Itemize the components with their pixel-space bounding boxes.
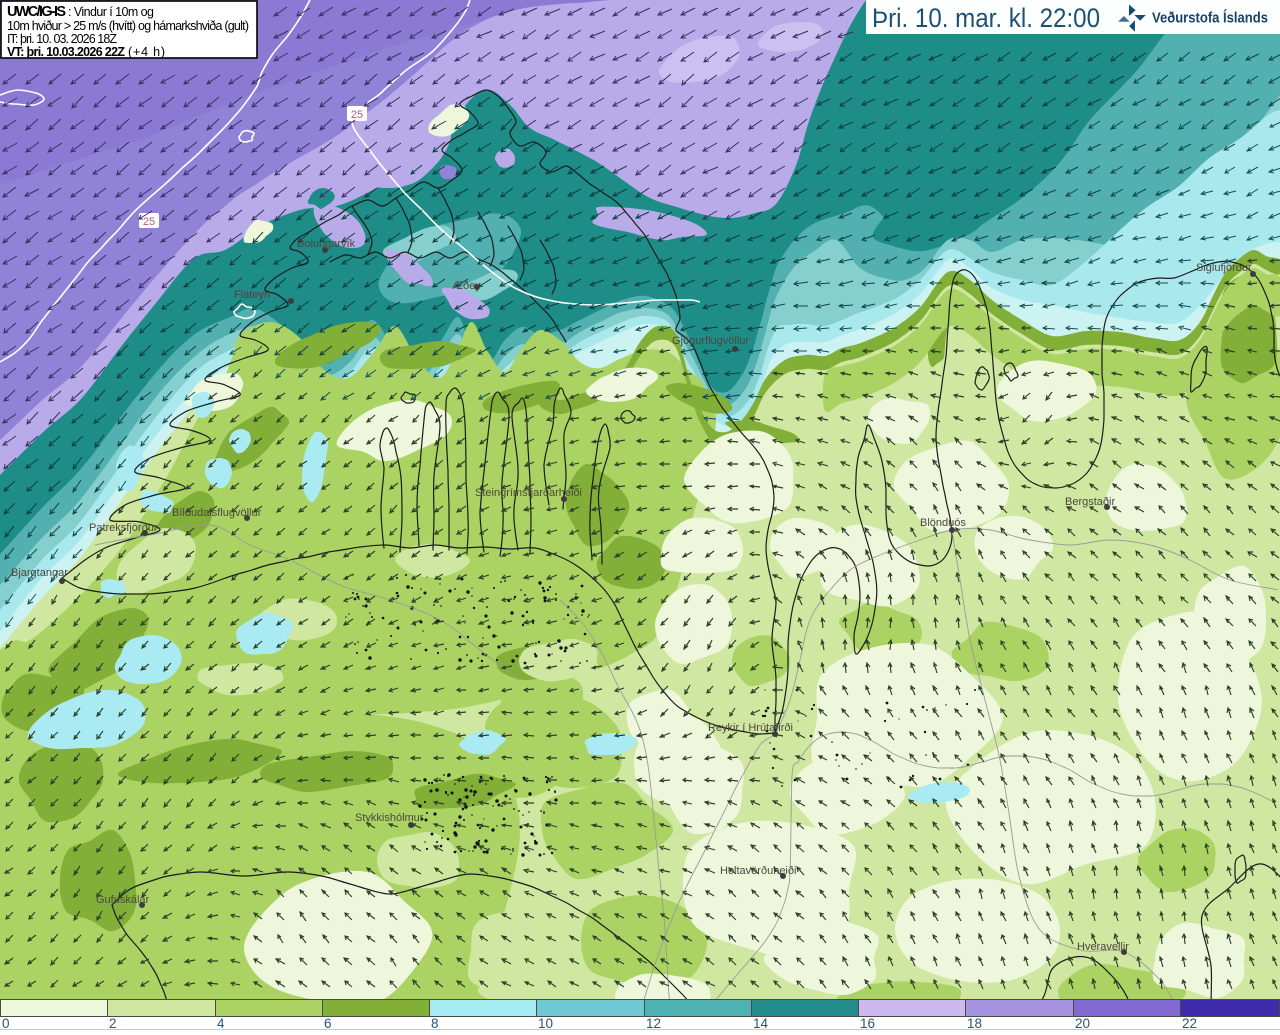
svg-text:4: 4: [217, 1016, 225, 1030]
svg-text:Stykkishólmur: Stykkishólmur: [355, 812, 424, 824]
svg-text:2: 2: [109, 1016, 117, 1030]
svg-text:0: 0: [2, 1016, 10, 1030]
svg-text:Gjögurflugvöllur: Gjögurflugvöllur: [672, 335, 749, 347]
svg-text:10: 10: [538, 1016, 553, 1030]
svg-text:Veðurstofa Íslands: Veðurstofa Íslands: [1152, 10, 1268, 27]
svg-text:UWC/IG-IS: UWC/IG-IS: [7, 4, 66, 20]
svg-text:25: 25: [143, 216, 155, 228]
svg-text:Siglufjörður: Siglufjörður: [1196, 262, 1252, 274]
svg-text:Bjargtangar: Bjargtangar: [11, 567, 68, 579]
svg-text:25: 25: [351, 109, 363, 121]
svg-text:Flateyri: Flateyri: [234, 289, 270, 301]
svg-text:18: 18: [967, 1016, 982, 1030]
svg-text:10m hviður > 25 m/s (hvítt) og: 10m hviður > 25 m/s (hvítt) og hámarkshv…: [7, 19, 249, 33]
svg-text:(+4 h): (+4 h): [128, 45, 165, 59]
svg-text:Blönduós: Blönduós: [920, 517, 966, 529]
svg-text:8: 8: [431, 1016, 439, 1030]
svg-text:20: 20: [1075, 1016, 1090, 1030]
svg-text:: Vindur í 10m og: : Vindur í 10m og: [68, 5, 154, 19]
svg-text:16: 16: [860, 1016, 875, 1030]
svg-text:12: 12: [646, 1016, 661, 1030]
svg-text:6: 6: [324, 1016, 332, 1030]
svg-text:22: 22: [1182, 1016, 1197, 1030]
svg-text:IT: þri. 10. 03. 2026 18Z: IT: þri. 10. 03. 2026 18Z: [7, 32, 117, 46]
svg-text:VT: þri. 10.03.2026 22Z: VT: þri. 10.03.2026 22Z: [7, 45, 125, 59]
svg-text:Þri. 10. mar. kl. 22:00: Þri. 10. mar. kl. 22:00: [872, 3, 1100, 33]
svg-text:Reykir í Hrútafirði: Reykir í Hrútafirði: [708, 722, 793, 734]
svg-text:14: 14: [753, 1016, 769, 1030]
